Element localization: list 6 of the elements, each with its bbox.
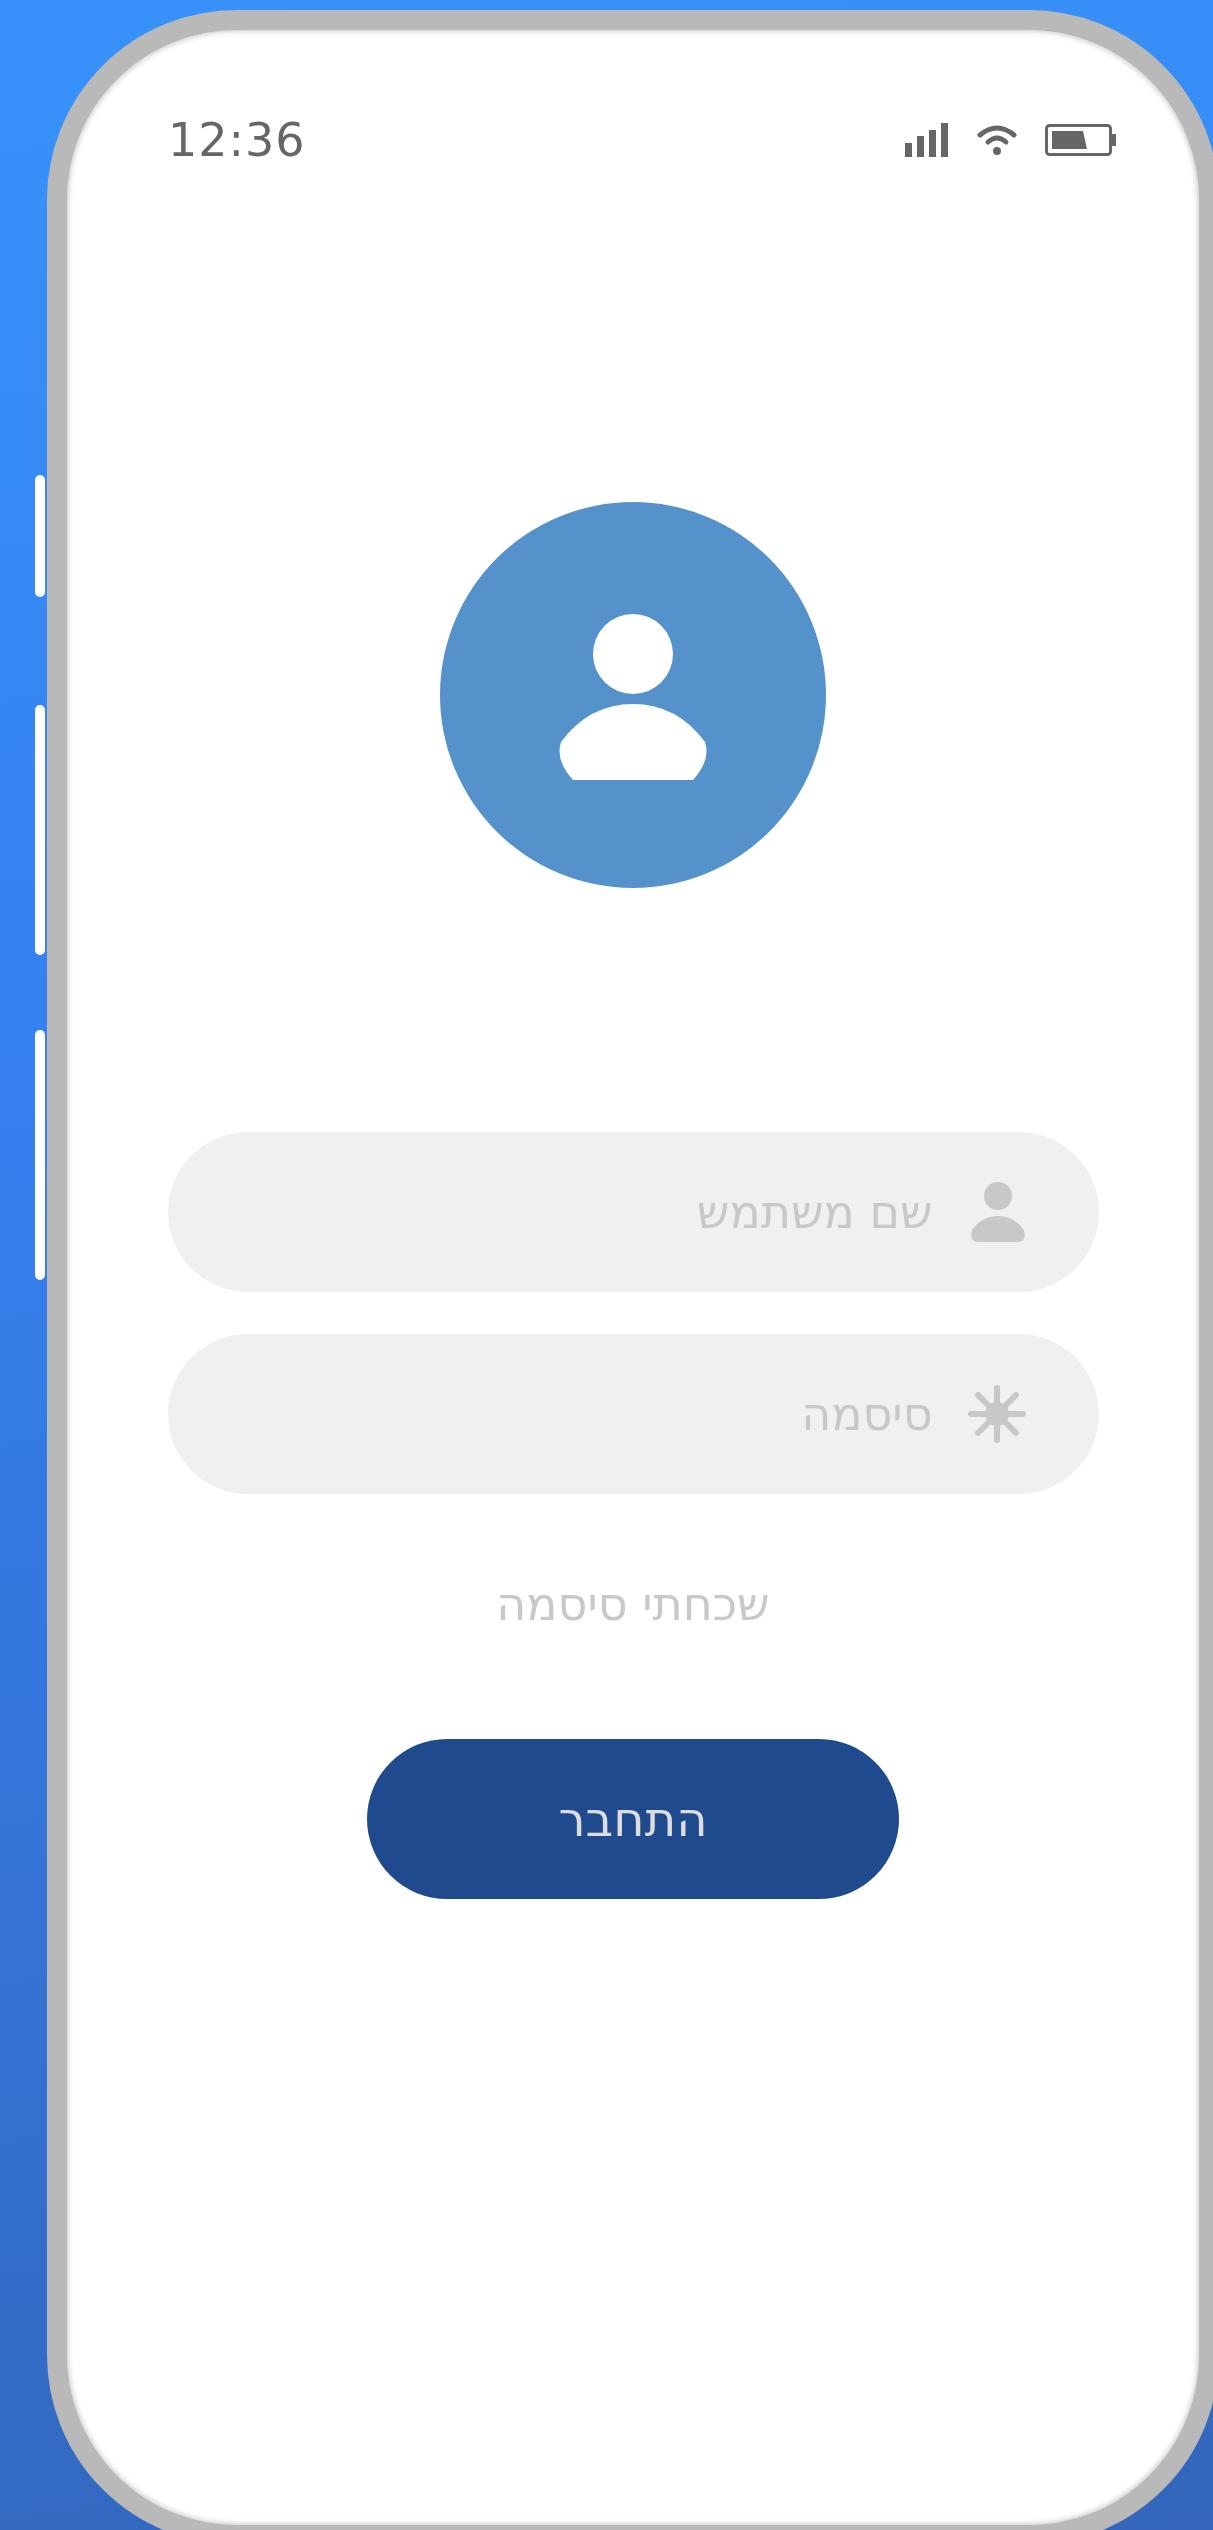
battery-icon — [1045, 124, 1117, 156]
wifi-icon — [977, 125, 1017, 155]
login-button[interactable]: התחבר — [367, 1739, 899, 1899]
signal-icon — [905, 123, 949, 157]
status-time: 12:36 — [168, 115, 306, 165]
person-icon — [557, 614, 709, 780]
